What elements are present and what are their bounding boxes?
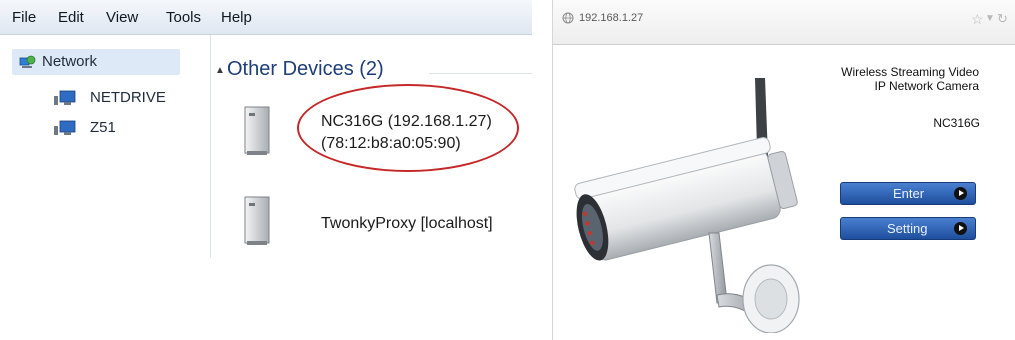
- menu-tools[interactable]: Tools: [166, 9, 201, 26]
- computer-icon: [54, 90, 76, 105]
- camera-image: [574, 78, 800, 333]
- nav-netdrive-label: NETDRIVE: [90, 89, 166, 106]
- enter-button[interactable]: Enter: [840, 182, 976, 205]
- model-name: NC316G: [933, 116, 980, 130]
- menu-file[interactable]: File: [12, 9, 36, 26]
- arrow-right-icon: [954, 187, 967, 200]
- url-text[interactable]: 192.168.1.27: [579, 12, 643, 24]
- nav-item-z51[interactable]: Z51: [30, 117, 180, 139]
- globe-icon: [562, 12, 574, 24]
- menu-help[interactable]: Help: [221, 9, 252, 26]
- menu-view[interactable]: View: [106, 9, 138, 26]
- product-title: Wireless Streaming Video: [841, 65, 979, 79]
- nav-item-netdrive[interactable]: NETDRIVE: [30, 87, 180, 109]
- nav-network-label: Network: [42, 53, 98, 70]
- address-bar[interactable]: 192.168.1.27 ☆ ▼ ↻: [553, 0, 1015, 45]
- network-icon: [19, 55, 36, 68]
- explorer-window: File Edit View Tools Help Network NETDRI…: [0, 0, 532, 258]
- browser-window: 192.168.1.27 ☆ ▼ ↻ Wireless Streaming Vi…: [552, 0, 1015, 340]
- reload-icon[interactable]: ↻: [997, 11, 1008, 27]
- arrow-right-icon: [954, 222, 967, 235]
- device-item-twonkyproxy[interactable]: TwonkyProxy [localhost]: [241, 195, 531, 255]
- nav-z51-label: Z51: [90, 119, 116, 136]
- camera-web-page: Wireless Streaming Video IP Network Came…: [553, 45, 1015, 340]
- computer-icon: [54, 120, 76, 135]
- highlight-annotation: [297, 84, 519, 172]
- menu-bar: File Edit View Tools Help: [0, 0, 532, 35]
- dropdown-arrow-icon[interactable]: ▼: [985, 13, 995, 24]
- device-icon: [244, 106, 270, 155]
- setting-button-label: Setting: [887, 221, 928, 236]
- group-divider: [429, 73, 532, 74]
- menu-edit[interactable]: Edit: [58, 9, 84, 26]
- product-subtitle: IP Network Camera: [874, 79, 979, 93]
- device-name: TwonkyProxy [localhost]: [321, 215, 493, 232]
- device-icon: [244, 196, 270, 245]
- bookmark-star-icon[interactable]: ☆: [971, 11, 984, 28]
- enter-button-label: Enter: [893, 186, 925, 201]
- navigation-pane: Network NETDRIVE Z51: [0, 35, 211, 258]
- collapse-arrow-icon[interactable]: ▲: [215, 65, 225, 76]
- nav-item-network[interactable]: Network: [12, 49, 180, 75]
- setting-button[interactable]: Setting: [840, 217, 976, 240]
- group-header[interactable]: Other Devices (2): [227, 58, 384, 81]
